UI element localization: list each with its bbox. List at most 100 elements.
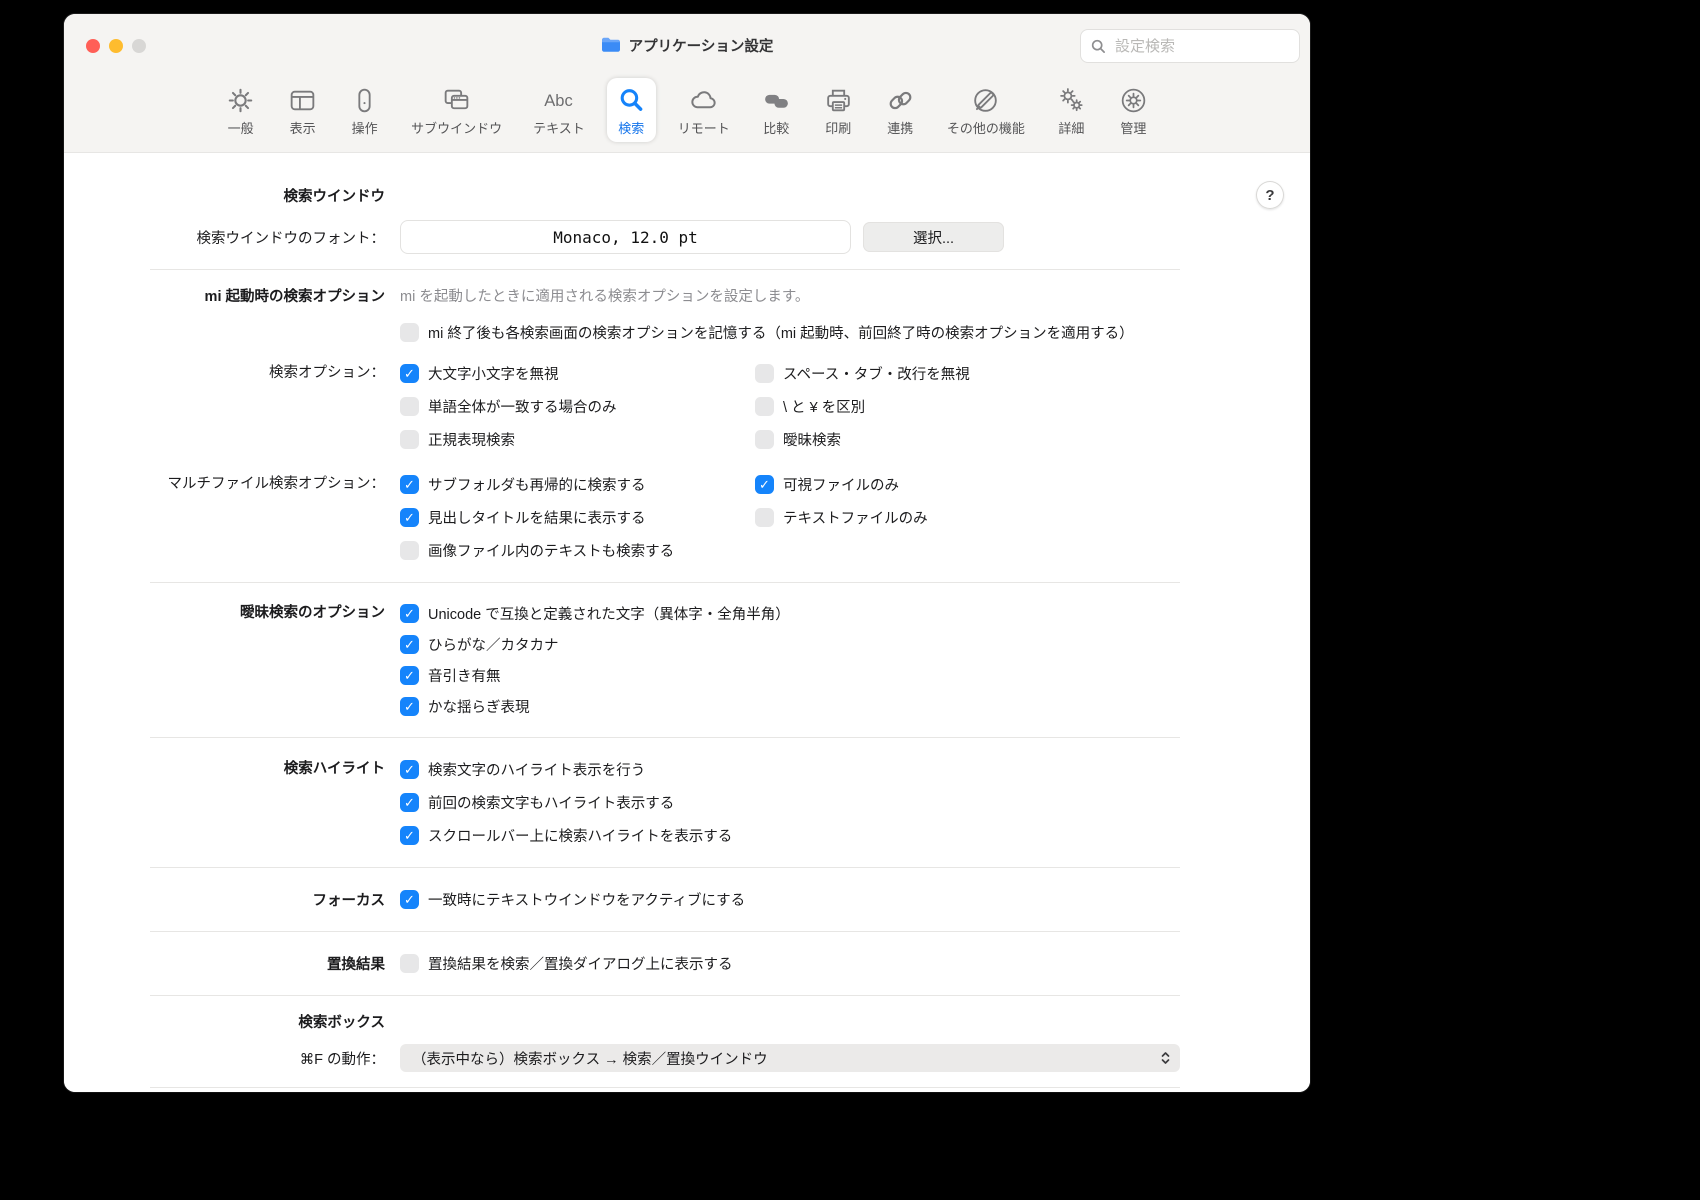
- checkbox[interactable]: [400, 541, 419, 560]
- search-icon: [616, 85, 647, 116]
- tab-subwindow[interactable]: サブウインドウ: [402, 78, 511, 142]
- checkbox-option[interactable]: スクロールバー上に検索ハイライトを表示する: [400, 819, 1180, 852]
- checkbox[interactable]: [400, 475, 419, 494]
- checkbox[interactable]: [400, 826, 419, 845]
- checkbox[interactable]: [400, 793, 419, 812]
- cmdf-select-value: （表示中なら）検索ボックス → 検索／置換ウインドウ: [412, 1048, 768, 1069]
- checkbox-option[interactable]: スペース・タブ・改行を無視: [755, 357, 1180, 390]
- checkbox-option[interactable]: 一致時にテキストウインドウをアクティブにする: [400, 883, 1180, 916]
- section-header: 検索ウインドウ: [150, 185, 385, 206]
- checkbox-option[interactable]: テキストファイルのみ: [755, 501, 1180, 534]
- tab-general[interactable]: 一般: [216, 78, 265, 142]
- settings-search-input[interactable]: [1113, 37, 1257, 56]
- checkbox[interactable]: [755, 364, 774, 383]
- tab-operation[interactable]: 操作: [340, 78, 389, 142]
- svg-text:Abc: Abc: [545, 91, 573, 110]
- section-header: 検索ハイライト: [150, 753, 385, 785]
- checkbox-option[interactable]: 大文字小文字を無視: [400, 357, 755, 390]
- close-button[interactable]: [86, 39, 100, 53]
- titlebar: アプリケーション設定: [64, 14, 1310, 76]
- tab-search[interactable]: 検索: [607, 78, 656, 142]
- checkbox[interactable]: [755, 475, 774, 494]
- toolbar: 一般 表示 操作 サブウインドウ Abc テキスト 検索: [64, 76, 1310, 152]
- cmdf-select[interactable]: （表示中なら）検索ボックス → 検索／置換ウインドウ: [400, 1044, 1180, 1072]
- tab-label: 印刷: [825, 118, 851, 137]
- settings-search-field[interactable]: [1080, 29, 1300, 63]
- checkbox[interactable]: [400, 666, 419, 685]
- search-box-header-row: 検索ボックス: [150, 1011, 1180, 1032]
- checkbox-label: かな揺らぎ表現: [428, 696, 530, 717]
- checkbox[interactable]: [400, 604, 419, 623]
- pencil-circle-icon: [970, 85, 1001, 116]
- checkbox[interactable]: [400, 890, 419, 909]
- printer-icon: [823, 85, 854, 116]
- tab-text[interactable]: Abc テキスト: [524, 78, 594, 142]
- checkbox-option[interactable]: Unicode で互換と定義された文字（異体字・全角半角）: [400, 598, 1180, 629]
- checkbox-option[interactable]: 可視ファイルのみ: [755, 468, 1180, 501]
- section-header: mi 起動時の検索オプション: [150, 285, 385, 306]
- checkbox-option[interactable]: サブフォルダも再帰的に検索する: [400, 468, 755, 501]
- minimize-button[interactable]: [109, 39, 123, 53]
- checkbox-option[interactable]: 画像ファイル内のテキストも検索する: [400, 534, 755, 567]
- tab-other-functions[interactable]: その他の機能: [938, 78, 1034, 142]
- checkbox-option[interactable]: 単語全体が一致する場合のみ: [400, 390, 755, 423]
- checkbox[interactable]: [755, 430, 774, 449]
- folder-icon: [601, 37, 621, 53]
- tab-label: 比較: [763, 118, 789, 137]
- tab-label: サブウインドウ: [411, 118, 502, 137]
- checkbox-option[interactable]: \ と ¥ を区別: [755, 390, 1180, 423]
- checkbox-label: ひらがな／カタカナ: [428, 634, 559, 655]
- checkbox-label: 単語全体が一致する場合のみ: [428, 396, 617, 417]
- divider: [150, 995, 1180, 996]
- tab-compare[interactable]: 比較: [752, 78, 801, 142]
- checkbox[interactable]: [400, 430, 419, 449]
- search-options-row: 検索オプション： 大文字小文字を無視 スペース・タブ・改行を無視 単語全体が一致…: [150, 357, 1180, 456]
- checkbox-option[interactable]: 見出しタイトルを結果に表示する: [400, 501, 755, 534]
- checkbox-option[interactable]: 音引き有無: [400, 660, 1180, 691]
- checkbox-label: 置換結果を検索／置換ダイアログ上に表示する: [428, 953, 733, 974]
- checkbox-option[interactable]: ひらがな／カタカナ: [400, 629, 1180, 660]
- tab-label: 管理: [1120, 118, 1146, 137]
- checkbox[interactable]: [400, 323, 419, 342]
- checkbox-label: Unicode で互換と定義された文字（異体字・全角半角）: [428, 603, 790, 624]
- checkbox-option[interactable]: 正規表現検索: [400, 423, 755, 456]
- checkbox-option[interactable]: 置換結果を検索／置換ダイアログ上に表示する: [400, 947, 1180, 980]
- checkbox-label: 見出しタイトルを結果に表示する: [428, 507, 646, 528]
- section-header: フォーカス: [150, 889, 385, 910]
- gears-icon: [1056, 85, 1087, 116]
- divider: [150, 867, 1180, 868]
- checkbox-option[interactable]: 前回の検索文字もハイライト表示する: [400, 786, 1180, 819]
- link-icon: [885, 85, 916, 116]
- checkbox-label: 大文字小文字を無視: [428, 363, 559, 384]
- section-header: 検索ボックス: [150, 1011, 385, 1032]
- checkbox[interactable]: [755, 397, 774, 416]
- divider: [150, 931, 1180, 932]
- checkbox[interactable]: [400, 364, 419, 383]
- checkbox-label: \ と ¥ を区別: [783, 396, 865, 417]
- tab-label: 検索: [618, 118, 644, 137]
- tab-label: その他の機能: [947, 118, 1025, 137]
- checkbox[interactable]: [400, 397, 419, 416]
- cmdf-label: ⌘F の動作：: [150, 1048, 385, 1069]
- tab-link[interactable]: 連携: [876, 78, 925, 142]
- focus-section: フォーカス 一致時にテキストウインドウをアクティブにする: [150, 883, 1180, 916]
- tab-label: 操作: [352, 118, 378, 137]
- checkbox[interactable]: [400, 635, 419, 654]
- tab-manage[interactable]: 管理: [1109, 78, 1158, 142]
- checkbox[interactable]: [400, 508, 419, 527]
- help-button[interactable]: ?: [1256, 181, 1284, 209]
- traffic-lights: [86, 39, 146, 53]
- checkbox-option[interactable]: 検索文字のハイライト表示を行う: [400, 753, 1180, 786]
- tab-details[interactable]: 詳細: [1047, 78, 1096, 142]
- choose-font-button[interactable]: 選択...: [863, 222, 1004, 252]
- tab-print[interactable]: 印刷: [814, 78, 863, 142]
- checkbox-option[interactable]: 曖昧検索: [755, 423, 1180, 456]
- tab-display[interactable]: 表示: [278, 78, 327, 142]
- checkbox[interactable]: [755, 508, 774, 527]
- checkbox-option[interactable]: かな揺らぎ表現: [400, 691, 1180, 722]
- checkbox[interactable]: [400, 760, 419, 779]
- checkbox[interactable]: [400, 697, 419, 716]
- checkbox[interactable]: [400, 954, 419, 973]
- tab-remote[interactable]: リモート: [669, 78, 739, 142]
- checkbox-option[interactable]: mi 終了後も各検索画面の検索オプションを記憶する（mi 起動時、前回終了時の検…: [400, 316, 1180, 349]
